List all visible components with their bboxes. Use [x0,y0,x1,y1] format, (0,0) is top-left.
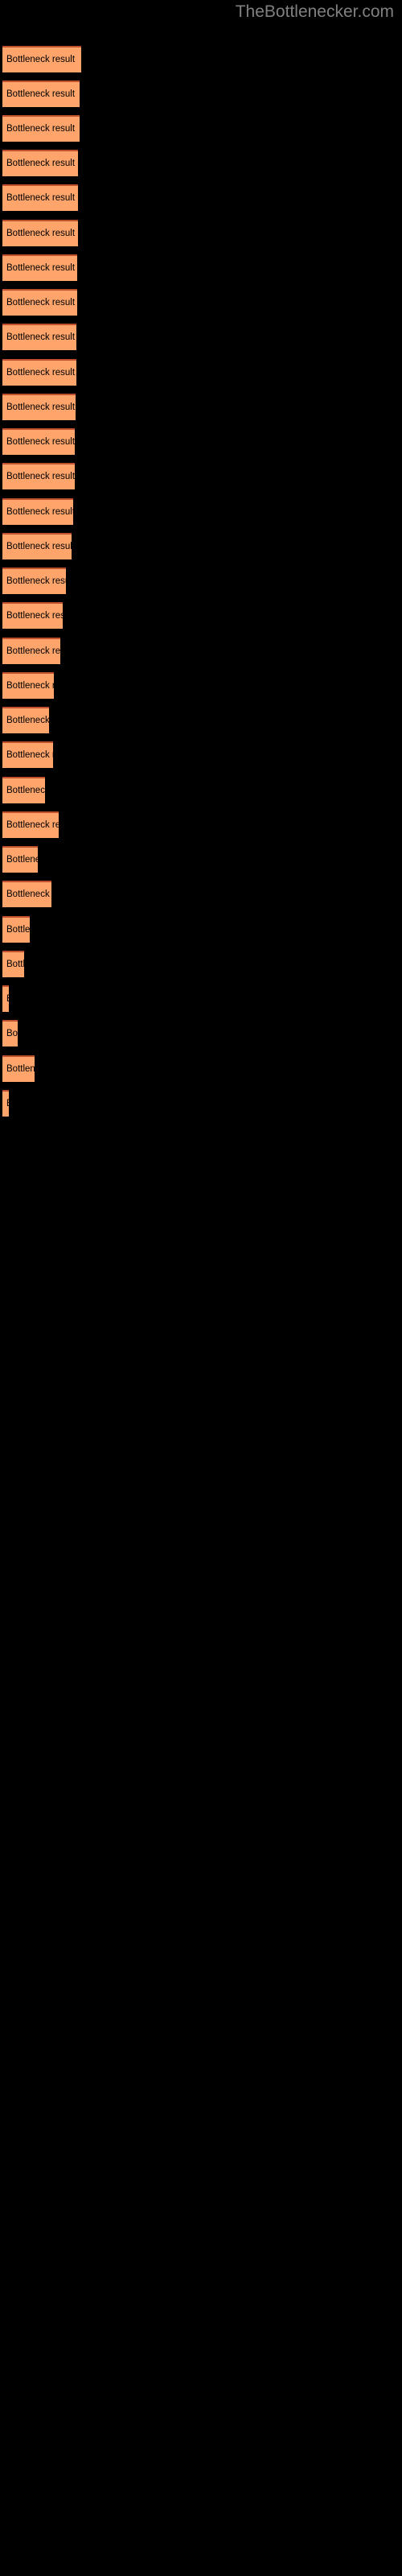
bar-row[interactable]: Bottleneck result [2,394,76,420]
bar-label: Bottleneck result [6,402,76,412]
bar-label: Bottleneck result [6,542,72,551]
bar-label: Bottleneck result [6,716,49,725]
bar-row[interactable]: Bottleneck result [2,498,73,525]
bar-label: Bottleneck result [6,646,60,656]
bar-label-clip: Bottleneck result [2,184,78,211]
bar-list: Bottleneck result Bottleneck result Bottle… [0,0,402,2576]
bar-row[interactable]: Bottleneck result [2,1055,35,1082]
bar-label: Bottleneck result [6,855,38,865]
bar-row[interactable]: Bottleneck result [2,777,45,803]
bar-row[interactable]: Bottleneck result [2,985,9,1012]
bar-label: Bottleneck result [6,985,9,1012]
bar-label-clip: Bottleneck result [2,533,72,559]
bar-label-clip: Bottleneck result [2,80,80,107]
bar-row[interactable]: Bottleneck result [2,359,76,386]
bar-row[interactable]: Bottleneck result [2,602,63,629]
bar-label-clip: Bottleneck result [2,638,60,664]
bar-label: Bottleneck result [6,368,76,378]
bar-label-clip: Bottleneck result [2,777,45,803]
bar-row[interactable]: Bottleneck result [2,881,51,907]
bar-label-clip: Bottleneck result [2,359,76,386]
bar-row[interactable]: Bottleneck result [2,1090,9,1117]
bar-label: Bottleneck result [6,890,51,899]
bar-label-clip: Bottleneck result [2,428,75,455]
bar-label-clip: Bottleneck result [2,463,75,489]
bar-row[interactable]: Bottleneck result [2,846,38,873]
bar-label-clip: Bottleneck result [2,254,77,281]
bar-row[interactable]: Bottleneck result [2,707,49,733]
bar-row[interactable]: Bottleneck result [2,289,77,316]
bar-label-clip: Bottleneck result [2,916,30,943]
bar-row[interactable]: Bottleneck result [2,533,72,559]
bar-row[interactable]: Bottleneck result [2,741,53,768]
bar-label-clip: Bottleneck result [2,707,49,733]
bar-row[interactable]: Bottleneck result [2,638,60,664]
bar-row[interactable]: Bottleneck result [2,184,78,211]
bar-label: Bottleneck result [6,263,76,273]
bar-label: Bottleneck result [6,576,66,586]
bar-row[interactable]: Bottleneck result [2,150,78,176]
bar-label: Bottleneck result [6,332,76,342]
bar-label: Bottleneck result [6,193,76,203]
bar-label-clip: Bottleneck result [2,1090,9,1117]
bar-row[interactable]: Bottleneck result [2,324,76,350]
bar-row[interactable]: Bottleneck result [2,80,80,107]
bottleneck-chart: TheBottlenecker.com Bottleneck result Bot… [0,0,402,2576]
bar-label: Bottleneck result [6,55,76,64]
bar-label: Bottleneck result [6,298,76,308]
bar-label: Bottleneck result [6,786,45,795]
bar-label-clip: Bottleneck result [2,672,54,699]
bar-label: Bottleneck result [6,1064,35,1074]
bar-label-clip: Bottleneck result [2,811,59,838]
bar-row[interactable]: Bottleneck result [2,254,77,281]
bar-label: Bottleneck result [6,229,76,238]
bar-label-clip: Bottleneck result [2,150,78,176]
bar-label-clip: Bottleneck result [2,846,38,873]
bar-row[interactable]: Bottleneck result [2,463,75,489]
bar-row[interactable]: Bottleneck result [2,811,59,838]
bar-label: Bottleneck result [6,437,75,447]
bar-label: Bottleneck result [6,820,59,830]
bar-label: Bottleneck result [6,960,24,969]
bar-label-clip: Bottleneck result [2,568,66,594]
bar-label-clip: Bottleneck result [2,1055,35,1082]
bar-label-clip: Bottleneck result [2,985,9,1012]
bar-label: Bottleneck result [6,750,53,760]
bar-row[interactable]: Bottleneck result [2,1020,18,1046]
bar-label-clip: Bottleneck result [2,1020,18,1046]
bar-label-clip: Bottleneck result [2,289,77,316]
bar-label-clip: Bottleneck result [2,602,63,629]
bar-label-clip: Bottleneck result [2,394,76,420]
bar-label: Bottleneck result [6,611,63,621]
bar-label: Bottleneck result [6,89,76,99]
bar-row[interactable]: Bottleneck result [2,115,80,142]
bar-label-clip: Bottleneck result [2,115,80,142]
bar-label: Bottleneck result [6,681,54,691]
bar-label: Bottleneck result [6,472,75,481]
bar-label-clip: Bottleneck result [2,741,53,768]
bar-row[interactable]: Bottleneck result [2,568,66,594]
bar-label: Bottleneck result [6,507,73,517]
bar-label: Bottleneck result [6,1090,9,1117]
bar-label: Bottleneck result [6,925,30,935]
bar-row[interactable]: Bottleneck result [2,428,75,455]
bar-label-clip: Bottleneck result [2,951,24,977]
bar-row[interactable]: Bottleneck result [2,46,81,72]
bar-row[interactable]: Bottleneck result [2,220,78,246]
bar-label-clip: Bottleneck result [2,220,78,246]
bar-label-clip: Bottleneck result [2,498,73,525]
bar-label: Bottleneck result [6,1029,18,1038]
bar-row[interactable]: Bottleneck result [2,916,30,943]
bar-label: Bottleneck result [6,124,76,134]
bar-row[interactable]: Bottleneck result [2,672,54,699]
bar-label-clip: Bottleneck result [2,324,76,350]
bar-label-clip: Bottleneck result [2,46,81,72]
bar-row[interactable]: Bottleneck result [2,951,24,977]
bar-label-clip: Bottleneck result [2,881,51,907]
bar-label: Bottleneck result [6,159,76,168]
